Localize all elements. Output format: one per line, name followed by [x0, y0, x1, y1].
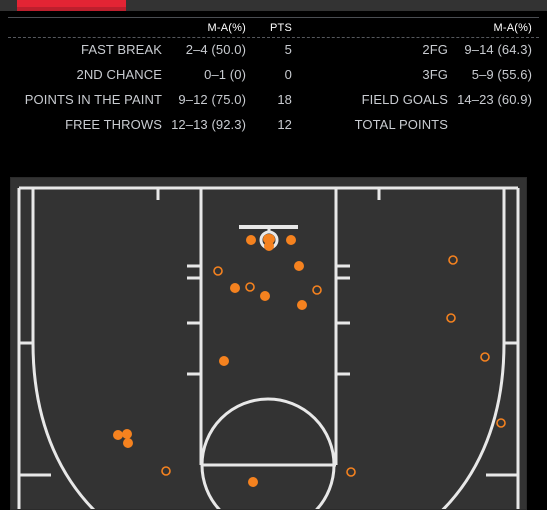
stat-pts: 5	[284, 42, 292, 57]
made-shot-marker[interactable]	[123, 438, 133, 448]
made-shot-marker[interactable]	[294, 261, 304, 271]
stat-pts: 45	[538, 112, 547, 137]
table-top-rule	[8, 17, 539, 18]
box-score-panel: M-A(%) PTS M-A(%) PTS FAST BREAK 2–4 (50…	[0, 11, 547, 171]
stat-ma: 0–1 (0)	[204, 67, 246, 82]
stat-label: TOTAL POINTS	[354, 117, 448, 132]
row-gap	[302, 112, 312, 137]
table-row: POINTS IN THE PAINT 9–12 (75.0) 18 FIELD…	[0, 87, 547, 112]
header-gap	[302, 19, 312, 37]
header-left-label	[0, 19, 168, 37]
shot-chart[interactable]	[10, 177, 527, 510]
table-row: FREE THROWS 12–13 (92.3) 12 TOTAL POINTS…	[0, 112, 547, 137]
stat-ma: 5–9 (55.6)	[471, 67, 532, 82]
row-gap	[302, 62, 312, 87]
stat-ma: 9–12 (75.0)	[178, 92, 246, 107]
stat-ma	[454, 112, 538, 137]
header-right-pts: PTS	[538, 19, 547, 37]
stat-ma: 9–14 (64.3)	[464, 42, 532, 57]
made-shot-marker[interactable]	[246, 235, 256, 245]
header-right-ma: M-A(%)	[493, 22, 532, 34]
made-shot-marker[interactable]	[248, 477, 258, 487]
court-diagram	[11, 178, 526, 509]
stat-pts: 0	[284, 67, 292, 82]
stat-pts: 33	[538, 87, 547, 112]
made-shot-marker[interactable]	[230, 283, 240, 293]
made-shot-marker[interactable]	[122, 429, 132, 439]
table-row: 2ND CHANCE 0–1 (0) 0 3FG 5–9 (55.6) 15	[0, 62, 547, 87]
stat-ma: 2–4 (50.0)	[185, 42, 246, 57]
table-header-row: M-A(%) PTS M-A(%) PTS	[0, 19, 547, 37]
stat-label: 3FG	[422, 67, 448, 82]
stat-pts: 18	[538, 37, 547, 62]
stat-ma: 12–13 (92.3)	[171, 117, 246, 132]
team-accent-bar	[17, 0, 126, 7]
stat-pts: 18	[277, 92, 292, 107]
stat-label: POINTS IN THE PAINT	[24, 92, 162, 107]
made-shot-marker[interactable]	[297, 300, 307, 310]
stat-label: FREE THROWS	[65, 117, 162, 132]
made-shot-marker[interactable]	[260, 291, 270, 301]
stat-ma: 14–23 (60.9)	[457, 92, 532, 107]
row-gap	[302, 87, 312, 112]
header-left-ma: M-A(%)	[207, 22, 246, 34]
top-bar	[0, 0, 547, 11]
box-score-table: M-A(%) PTS M-A(%) PTS FAST BREAK 2–4 (50…	[0, 19, 547, 137]
stat-label: FIELD GOALS	[361, 92, 448, 107]
made-shot-marker[interactable]	[219, 356, 229, 366]
made-shot-marker[interactable]	[286, 235, 296, 245]
header-right-label	[312, 19, 454, 37]
stat-label: 2ND CHANCE	[76, 67, 162, 82]
row-gap	[302, 37, 312, 62]
stat-pts: 15	[538, 62, 547, 87]
stat-label: FAST BREAK	[81, 42, 162, 57]
stat-label: 2FG	[422, 42, 448, 57]
made-shot-marker[interactable]	[113, 430, 123, 440]
made-shot-marker[interactable]	[263, 234, 273, 244]
stat-pts: 12	[277, 117, 292, 132]
header-left-pts: PTS	[270, 22, 292, 34]
table-row: FAST BREAK 2–4 (50.0) 5 2FG 9–14 (64.3) …	[0, 37, 547, 62]
